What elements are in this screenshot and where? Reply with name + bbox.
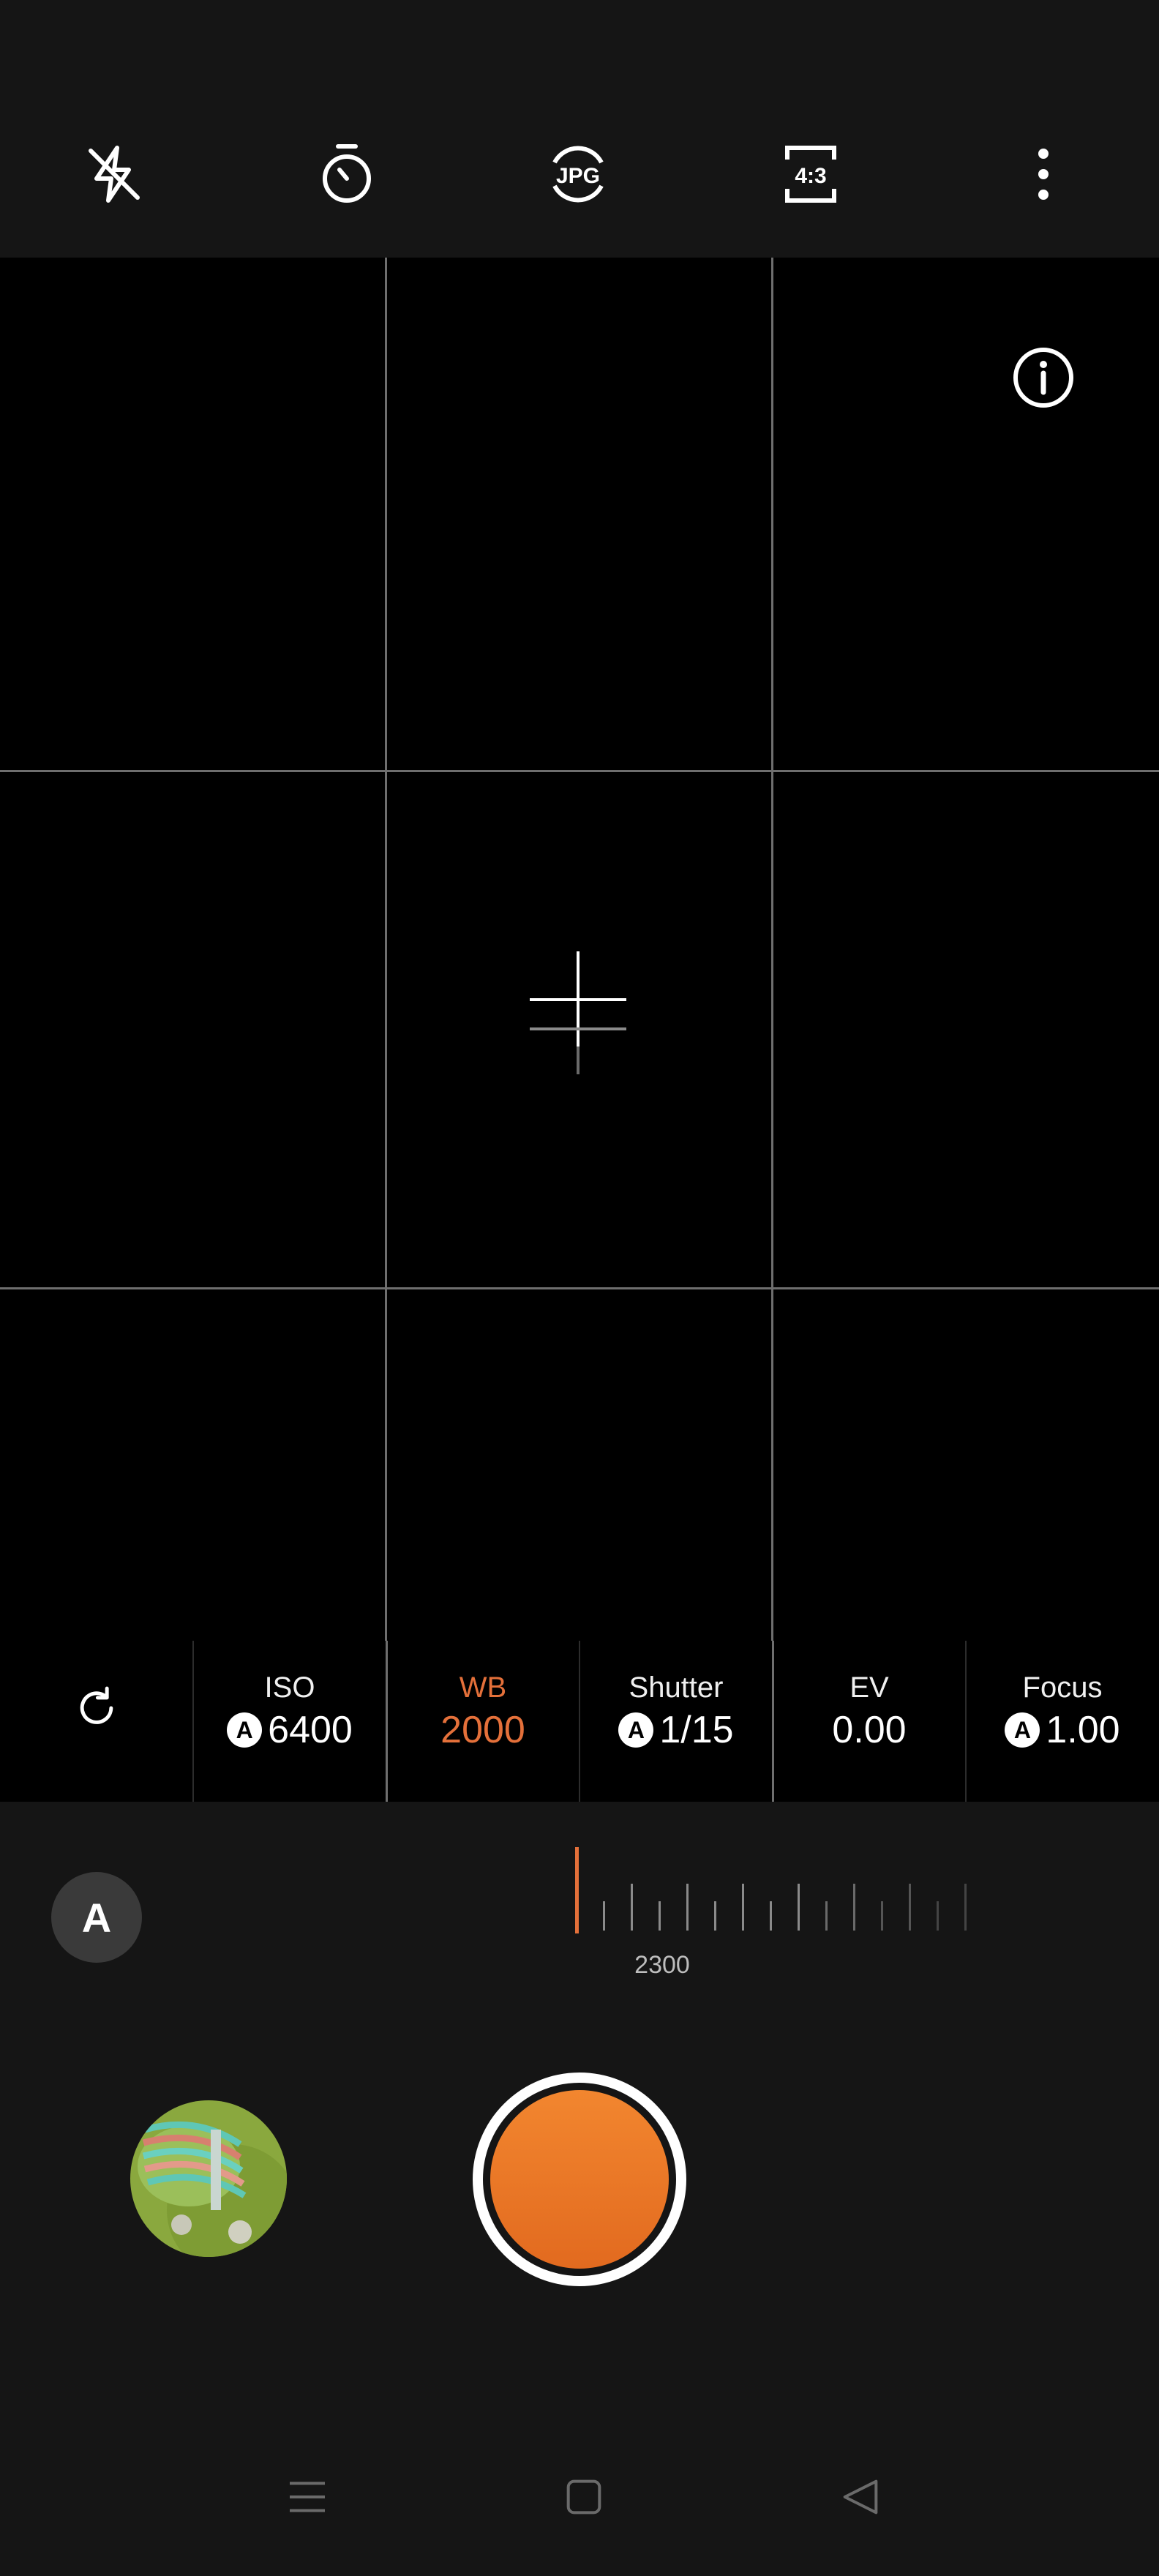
shutter-button[interactable]	[473, 2073, 686, 2286]
menu-icon	[290, 2482, 325, 2512]
square-icon	[566, 2479, 601, 2515]
shutter-param[interactable]: Shutter A 1/15	[580, 1641, 773, 1802]
info-icon	[1013, 348, 1073, 408]
info-button[interactable]	[1008, 342, 1079, 413]
wb-value: 2000	[440, 1709, 525, 1751]
back-button[interactable]	[831, 2468, 890, 2526]
shutter-button-inner	[490, 2090, 669, 2269]
dial-value-label: 2300	[634, 1951, 690, 1979]
ev-value: 0.00	[832, 1709, 907, 1751]
format-button[interactable]: JPG	[534, 130, 622, 218]
ev-label: EV	[849, 1671, 889, 1704]
top-toolbar: JPG 4:3	[0, 0, 1159, 258]
grid-line	[771, 258, 773, 1802]
shutter-value: 1/15	[659, 1709, 734, 1751]
iso-value: 6400	[268, 1709, 353, 1751]
format-label: JPG	[556, 164, 600, 188]
refresh-icon	[80, 1686, 113, 1724]
ev-param[interactable]: EV 0.00	[773, 1641, 966, 1802]
wb-dial[interactable]	[556, 1837, 980, 1947]
timer-button[interactable]	[303, 130, 391, 218]
iso-label: ISO	[264, 1671, 315, 1704]
auto-badge: A	[227, 1712, 263, 1748]
auto-wb-button[interactable]: A	[51, 1872, 142, 1963]
recent-apps-button[interactable]	[278, 2468, 337, 2526]
auto-badge: A	[1005, 1712, 1040, 1748]
grid-line	[385, 258, 387, 1802]
aspect-ratio-button[interactable]: 4:3	[767, 130, 855, 218]
viewfinder[interactable]	[0, 258, 1159, 1802]
wb-param[interactable]: WB 2000	[386, 1641, 580, 1802]
more-options-icon	[1038, 149, 1049, 200]
timer-icon	[323, 144, 371, 203]
iso-param[interactable]: ISO A 6400	[193, 1641, 386, 1802]
home-button[interactable]	[555, 2468, 613, 2526]
jpg-format-icon: JPG	[552, 146, 604, 203]
focus-value: 1.00	[1046, 1709, 1120, 1751]
grid-line	[0, 770, 1159, 772]
grid-line	[0, 1287, 1159, 1289]
focus-param[interactable]: Focus A 1.00	[966, 1641, 1159, 1802]
flash-off-button[interactable]	[70, 130, 158, 218]
gallery-thumbnail[interactable]	[130, 2100, 287, 2257]
manual-params-bar: ISO A 6400 WB 2000 Shutter A 1/15 EV 0.00 …	[0, 1641, 1159, 1802]
level-indicator	[527, 951, 629, 1083]
back-triangle-icon	[843, 2479, 878, 2515]
aspect-ratio-icon: 4:3	[785, 146, 836, 203]
flash-off-icon	[89, 146, 140, 203]
auto-badge: A	[618, 1712, 654, 1748]
aspect-label: 4:3	[795, 164, 826, 188]
focus-label: Focus	[1022, 1671, 1103, 1704]
wb-label: WB	[459, 1671, 507, 1704]
shutter-label: Shutter	[629, 1671, 724, 1704]
more-options-button[interactable]	[999, 130, 1087, 218]
dial-current-tick	[575, 1847, 579, 1933]
reset-button[interactable]	[59, 1670, 135, 1746]
